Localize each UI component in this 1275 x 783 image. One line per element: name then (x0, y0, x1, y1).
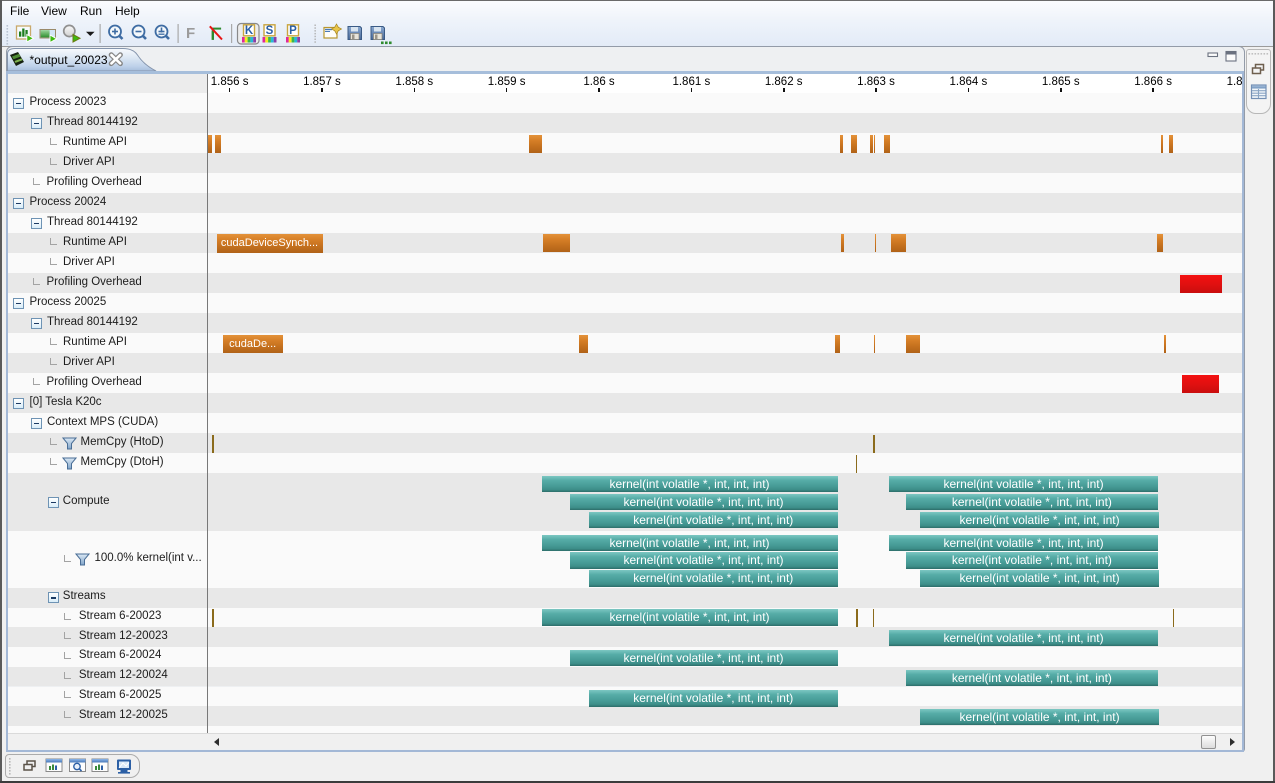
svg-text:P: P (289, 25, 297, 37)
svg-text:F: F (186, 25, 195, 42)
svg-text:S: S (266, 25, 274, 37)
svg-text:K: K (245, 25, 254, 37)
